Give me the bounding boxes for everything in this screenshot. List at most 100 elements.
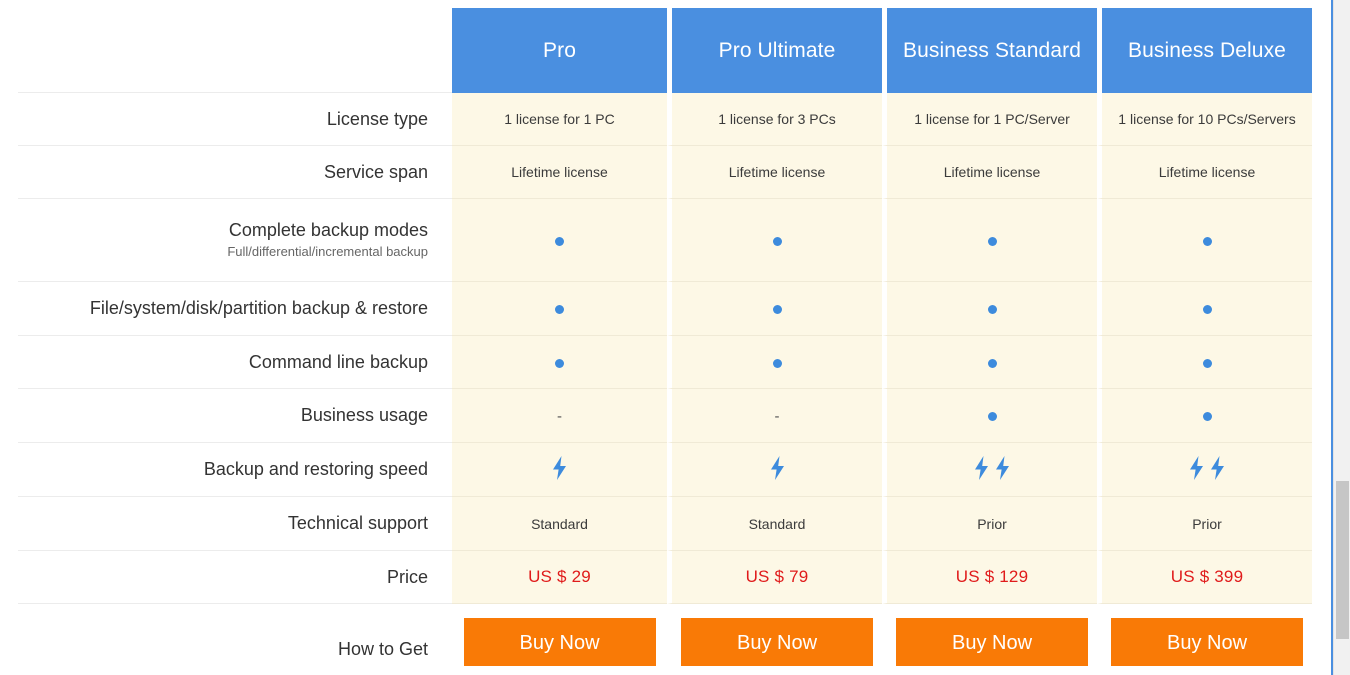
feature-title: File/system/disk/partition backup & rest… [89,298,428,319]
buy-now-button-business-deluxe[interactable]: Buy Now [1111,618,1303,666]
plan-header-business-standard[interactable]: Business Standard [882,0,1097,93]
cell-license-type-pro-ultimate: 1 license for 3 PCs [667,93,882,146]
cell-complete-backup-modes-business-standard [882,199,1097,282]
plan-header-business-deluxe[interactable]: Business Deluxe [1097,0,1312,93]
buy-now-button-business-standard[interactable]: Buy Now [896,618,1088,666]
speed-rating [769,456,786,480]
cell-command-line-backup-pro [452,336,667,389]
cell-speed-business-deluxe [1097,443,1312,497]
cell-file-system-disk-partition-pro [452,282,667,336]
cell-technical-support-business-standard: Prior [882,497,1097,551]
scrollbar-thumb[interactable] [1336,481,1349,639]
cell-business-usage-pro: - [452,389,667,443]
cell-price-pro-ultimate: US $ 79 [667,551,882,604]
table-row: Price US $ 29 US $ 79 US $ 129 US $ 399 [18,551,1312,604]
cell-business-usage-business-standard [882,389,1097,443]
lightning-bolt-icon [770,456,784,480]
plan-header-pro-ultimate[interactable]: Pro Ultimate [667,0,882,93]
feature-title: How to Get [337,638,428,659]
cell-file-system-disk-partition-business-deluxe [1097,282,1312,336]
cell-complete-backup-modes-business-deluxe [1097,199,1312,282]
cell-how-to-get-pro: Buy Now Free Trial [452,604,667,675]
cell-how-to-get-pro-ultimate: Buy Now Free Trial [667,604,882,675]
check-dot-icon [987,412,997,422]
check-dot-icon [987,358,997,368]
table-row: File/system/disk/partition backup & rest… [18,282,1312,336]
feature-label-license-type: License type [18,93,452,146]
check-dot-icon [772,236,782,246]
feature-label-business-usage: Business usage [18,389,452,443]
price-value: US $ 129 [955,567,1029,586]
table-row: Business usage - - [18,389,1312,443]
feature-label-backup-restoring-speed: Backup and restoring speed [18,443,452,497]
feature-title: Technical support [287,513,428,534]
check-dot-icon [1202,305,1212,315]
table-row: License type 1 license for 1 PC 1 licens… [18,93,1312,146]
cell-how-to-get-business-deluxe: Buy Now Free Trial [1097,604,1312,675]
cell-command-line-backup-business-deluxe [1097,336,1312,389]
feature-title: Business usage [300,405,428,426]
feature-column-header [18,0,452,93]
feature-label-price: Price [18,551,452,604]
feature-title: Price [386,566,428,587]
cell-service-span-business-standard: Lifetime license [882,146,1097,199]
feature-label-complete-backup-modes: Complete backup modes Full/differential/… [18,199,452,282]
cell-speed-pro-ultimate [667,443,882,497]
check-dot-icon [555,236,564,246]
feature-title: Backup and restoring speed [203,459,428,480]
speed-rating [1188,456,1226,480]
feature-subtitle: Full/differential/incremental backup [227,243,428,259]
not-available-dash-icon: - [774,407,780,425]
cell-license-type-business-deluxe: 1 license for 10 PCs/Servers [1097,93,1312,146]
price-value: US $ 29 [528,567,591,586]
plan-header-pro[interactable]: Pro [452,0,667,93]
table-row: Command line backup [18,336,1312,389]
buy-now-button-pro[interactable]: Buy Now [463,618,656,666]
comparison-table-wrapper: Pro Pro Ultimate Business Standard Busin… [18,0,1312,675]
check-dot-icon [1202,412,1212,422]
price-value: US $ 79 [745,567,809,586]
page-root: Pro Pro Ultimate Business Standard Busin… [0,0,1350,675]
feature-label-file-system-disk-partition: File/system/disk/partition backup & rest… [18,282,452,336]
price-value: US $ 399 [1170,567,1244,586]
cell-service-span-business-deluxe: Lifetime license [1097,146,1312,199]
check-dot-icon [987,236,997,246]
cell-price-business-deluxe: US $ 399 [1097,551,1312,604]
cell-price-business-standard: US $ 129 [882,551,1097,604]
cell-file-system-disk-partition-pro-ultimate [667,282,882,336]
cell-command-line-backup-business-standard [882,336,1097,389]
lightning-bolt-icon [553,456,566,480]
cell-technical-support-pro-ultimate: Standard [667,497,882,551]
table-row: How to Get Buy Now Free Trial Buy Now Fr… [18,604,1312,675]
pricing-comparison-table: Pro Pro Ultimate Business Standard Busin… [18,0,1312,675]
check-dot-icon [1202,358,1212,368]
cell-price-pro: US $ 29 [452,551,667,604]
buy-now-button-pro-ultimate[interactable]: Buy Now [681,618,873,666]
lightning-bolt-icon [1211,456,1224,480]
feature-label-service-span: Service span [18,146,452,199]
cell-business-usage-pro-ultimate: - [667,389,882,443]
feature-title: License type [326,108,428,129]
feature-title: Command line backup [248,351,428,372]
cell-technical-support-business-deluxe: Prior [1097,497,1312,551]
lightning-bolt-icon [996,456,1009,480]
cell-service-span-pro: Lifetime license [452,146,667,199]
table-row: Backup and restoring speed [18,443,1312,497]
check-dot-icon [772,305,782,315]
cell-license-type-pro: 1 license for 1 PC [452,93,667,146]
feature-label-how-to-get: How to Get [18,604,452,675]
cell-how-to-get-business-standard: Buy Now Free Trial [882,604,1097,675]
vertical-scrollbar[interactable] [1333,0,1350,675]
table-row: Complete backup modes Full/differential/… [18,199,1312,282]
cell-complete-backup-modes-pro-ultimate [667,199,882,282]
check-dot-icon [772,358,782,368]
speed-rating [973,456,1011,480]
cell-service-span-pro-ultimate: Lifetime license [667,146,882,199]
cell-business-usage-business-deluxe [1097,389,1312,443]
not-available-dash-icon: - [557,407,562,425]
table-row: Service span Lifetime license Lifetime l… [18,146,1312,199]
cell-technical-support-pro: Standard [452,497,667,551]
cell-speed-business-standard [882,443,1097,497]
check-dot-icon [555,305,564,315]
feature-label-command-line-backup: Command line backup [18,336,452,389]
